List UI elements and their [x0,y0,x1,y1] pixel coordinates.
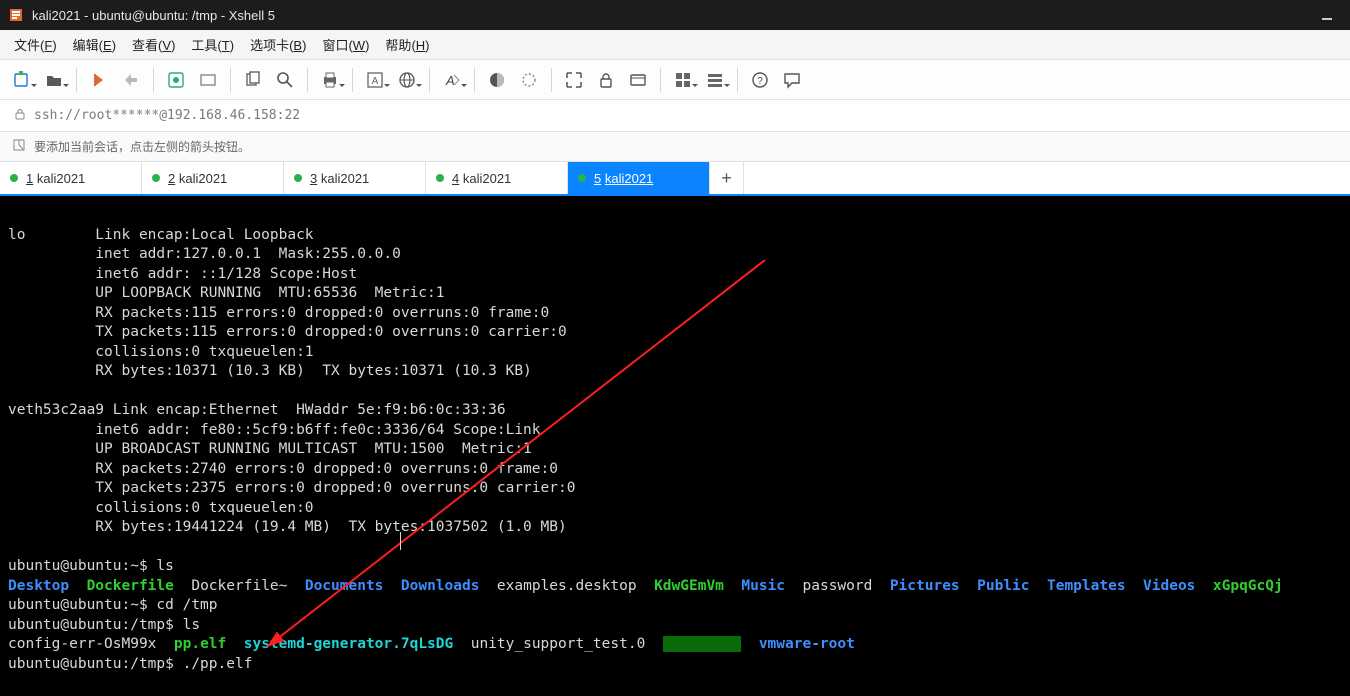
tab-bar: 1 kali2021 2 kali2021 3 kali2021 4 kali2… [0,162,1350,196]
menu-bar: 文件(F) 编辑(E) 查看(V) 工具(T) 选项卡(B) 窗口(W) 帮助(… [0,30,1350,60]
connection-url[interactable]: ssh://root******@192.168.46.158:22 [34,108,300,123]
menu-help[interactable]: 帮助(H) [377,31,437,58]
language-button[interactable] [393,66,421,94]
lock-button[interactable] [592,66,620,94]
menu-file[interactable]: 文件(F) [6,31,65,58]
font-button[interactable]: A [438,66,466,94]
annotation-arrow [0,196,1350,696]
terminal-output[interactable]: lo Link encap:Local Loopback inet addr:1… [0,196,1350,696]
status-dot [294,174,302,182]
title-bar: kali2021 - ubuntu@ubuntu: /tmp - Xshell … [0,0,1350,30]
reconnect-button[interactable] [85,66,113,94]
status-dot [578,174,586,182]
fullscreen-button[interactable] [560,66,588,94]
properties-button[interactable] [162,66,190,94]
hint-bar: 要添加当前会话，点击左侧的箭头按钮。 [0,132,1350,162]
open-button[interactable] [40,66,68,94]
minimize-button[interactable] [1304,0,1350,30]
menu-tabs[interactable]: 选项卡(B) [242,31,314,58]
text-cursor [400,532,401,550]
feedback-button[interactable] [778,66,806,94]
svg-text:?: ? [757,76,763,87]
session-manager-button[interactable] [624,66,652,94]
tile-button[interactable] [669,66,697,94]
search-button[interactable] [271,66,299,94]
hint-text: 要添加当前会话，点击左侧的箭头按钮。 [34,138,250,155]
help-button[interactable]: ? [746,66,774,94]
highlight-button[interactable] [515,66,543,94]
app-icon [8,7,24,23]
svg-text:A: A [445,73,455,88]
lock-icon [14,108,26,123]
toolbar: A A ? [0,60,1350,100]
new-session-button[interactable] [8,66,36,94]
menu-tools[interactable]: 工具(T) [183,31,242,58]
menu-edit[interactable]: 编辑(E) [65,31,124,58]
status-dot [436,174,444,182]
copy-button[interactable] [239,66,267,94]
color-scheme-button[interactable] [483,66,511,94]
svg-text:A: A [372,76,379,87]
transfer-button[interactable] [194,66,222,94]
arrange-button[interactable] [701,66,729,94]
tab-2[interactable]: 2 kali2021 [142,162,284,194]
print-button[interactable] [316,66,344,94]
tab-4[interactable]: 4 kali2021 [426,162,568,194]
address-bar: ssh://root******@192.168.46.158:22 [0,100,1350,132]
menu-window[interactable]: 窗口(W) [314,31,377,58]
tab-3[interactable]: 3 kali2021 [284,162,426,194]
tab-5[interactable]: 5 kali2021 [568,162,710,194]
add-session-icon[interactable] [12,138,26,155]
encoding-button[interactable]: A [361,66,389,94]
menu-view[interactable]: 查看(V) [124,31,183,58]
tab-1[interactable]: 1 kali2021 [0,162,142,194]
status-dot [152,174,160,182]
status-dot [10,174,18,182]
window-title: kali2021 - ubuntu@ubuntu: /tmp - Xshell … [32,8,275,23]
disconnect-button[interactable] [117,66,145,94]
add-tab-button[interactable]: + [710,162,744,194]
